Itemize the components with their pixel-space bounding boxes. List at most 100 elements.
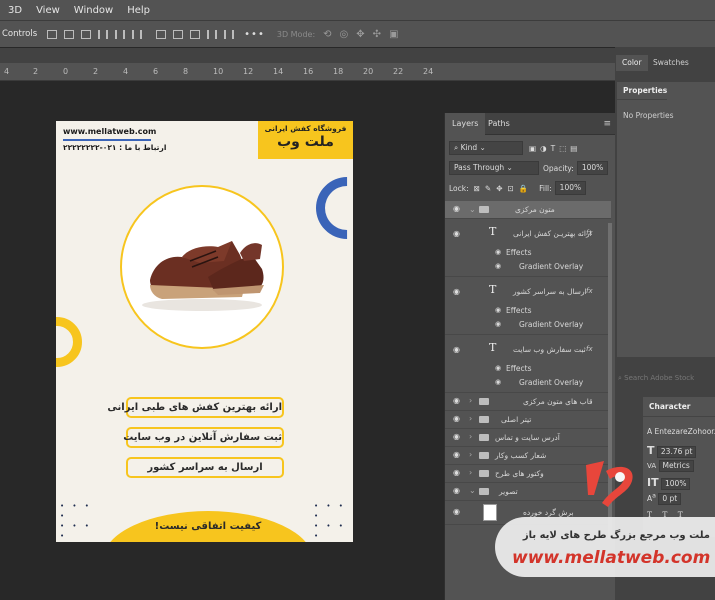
yellow-ring-decoration bbox=[56, 317, 82, 367]
visibility-eye-icon[interactable]: ◉ bbox=[453, 287, 460, 296]
lock-icons[interactable]: ⊠✎✥⊡🔒 bbox=[474, 184, 533, 193]
visibility-eye-icon[interactable]: ◉ bbox=[453, 204, 460, 213]
panel-menu-icon[interactable]: ≡ bbox=[603, 119, 611, 129]
layer-text-3[interactable]: ◉ T ثبت سفارش وب سایت fx ◉ Effects ◉ Gra… bbox=[445, 335, 611, 393]
distribute-left-icon[interactable] bbox=[207, 29, 218, 39]
roll-3d-icon[interactable]: ◎ bbox=[340, 29, 349, 40]
layer-group-address[interactable]: ◉ › آدرس سایت و تماس bbox=[445, 429, 611, 447]
fill-field[interactable]: 100% bbox=[554, 181, 587, 195]
slogan-text: کیفیت اتفاقی نیست! bbox=[154, 521, 262, 532]
chevron-right-icon[interactable]: › bbox=[469, 468, 472, 477]
visibility-eye-icon[interactable]: ◉ bbox=[453, 229, 460, 238]
distribute-hcenter-icon[interactable] bbox=[224, 29, 235, 39]
font-size-icon: T bbox=[647, 444, 655, 457]
folder-icon bbox=[479, 398, 489, 405]
visibility-eye-icon[interactable]: ◉ bbox=[453, 507, 460, 516]
chevron-down-icon[interactable]: ⌄ bbox=[469, 205, 476, 214]
chevron-right-icon[interactable]: › bbox=[469, 450, 472, 459]
fx-icon[interactable]: fx bbox=[586, 287, 593, 295]
more-options-icon[interactable]: ••• bbox=[244, 29, 265, 40]
visibility-eye-icon[interactable]: ◉ bbox=[453, 432, 460, 441]
ruler-tick: 24 bbox=[423, 67, 434, 76]
distribute-vcenter-icon[interactable] bbox=[173, 29, 184, 39]
tab-paths[interactable]: Paths bbox=[481, 113, 517, 135]
chevron-right-icon[interactable]: › bbox=[469, 432, 472, 441]
visibility-eye-icon[interactable]: ◉ bbox=[495, 248, 501, 256]
layer-text-1[interactable]: ◉ T ارائه بهتریـن کفش ایرانی fx ◉ Effect… bbox=[445, 219, 611, 277]
align-bottom-icon[interactable] bbox=[132, 29, 143, 39]
horizontal-ruler: 4 2 0 2 4 6 8 10 12 14 16 18 20 22 24 bbox=[0, 63, 615, 81]
slide-3d-icon[interactable]: ✣ bbox=[373, 29, 381, 40]
filter-icons[interactable]: ▣◑T⬚▤ bbox=[529, 144, 581, 153]
fx-icon[interactable]: fx bbox=[586, 229, 593, 237]
character-title[interactable]: Character bbox=[643, 397, 715, 417]
effects-label: Effects bbox=[506, 248, 532, 257]
adobe-stock-search[interactable]: ⌕ Search Adobe Stock bbox=[618, 374, 715, 388]
visibility-eye-icon[interactable]: ◉ bbox=[453, 486, 460, 495]
vertical-scale-field[interactable]: 100% bbox=[661, 478, 691, 490]
fx-icon[interactable]: fx bbox=[586, 345, 593, 353]
properties-panel: Properties No Properties bbox=[617, 82, 715, 357]
filter-kind-value: Kind bbox=[460, 143, 478, 152]
gradient-overlay-label: Gradient Overlay bbox=[519, 262, 584, 271]
flyer-document[interactable]: www.mellatweb.com ارتباط با ما : ۰۲۱-۲۲۲… bbox=[56, 121, 353, 542]
vertical-scale-icon: IT bbox=[647, 476, 659, 489]
menu-view[interactable]: View bbox=[36, 5, 60, 16]
blend-mode-select[interactable]: Pass Through ⌄ bbox=[449, 161, 539, 175]
scale-3d-icon[interactable]: ▣ bbox=[389, 29, 398, 40]
opacity-field[interactable]: 100% bbox=[576, 161, 609, 175]
baseline-field[interactable]: 0 pt bbox=[658, 492, 682, 505]
distribute-top-icon[interactable] bbox=[156, 29, 167, 39]
distribute-bottom-icon[interactable] bbox=[190, 29, 201, 39]
visibility-eye-icon[interactable]: ◉ bbox=[495, 262, 501, 270]
align-left-icon[interactable] bbox=[47, 29, 58, 39]
visibility-eye-icon[interactable]: ◉ bbox=[495, 378, 501, 386]
visibility-eye-icon[interactable]: ◉ bbox=[453, 414, 460, 423]
orbit-3d-icon[interactable]: ⟲ bbox=[323, 29, 331, 40]
font-size-field[interactable]: 23.76 pt bbox=[656, 446, 697, 458]
tab-color[interactable]: Color bbox=[616, 55, 648, 71]
kerning-field[interactable]: Metrics bbox=[658, 460, 694, 472]
vertical-scale-row: IT 100% bbox=[647, 476, 691, 490]
layer-group-frames[interactable]: ◉ › قاب های متون مرکزی bbox=[445, 393, 611, 411]
stock-placeholder: Search Adobe Stock bbox=[624, 374, 695, 382]
chevron-right-icon[interactable]: › bbox=[469, 414, 472, 423]
properties-title[interactable]: Properties bbox=[617, 82, 667, 100]
folder-icon bbox=[479, 452, 489, 459]
ruler-tick: 22 bbox=[393, 67, 404, 76]
menu-window[interactable]: Window bbox=[74, 5, 113, 16]
menu-3d[interactable]: 3D bbox=[8, 5, 22, 16]
flyer-website: www.mellatweb.com bbox=[63, 127, 157, 136]
layer-name: آدرس سایت و تماس bbox=[495, 433, 560, 442]
visibility-eye-icon[interactable]: ◉ bbox=[453, 468, 460, 477]
layer-group-main-texts[interactable]: ◉ ⌄ متون مرکزی bbox=[445, 201, 611, 219]
visibility-eye-icon[interactable]: ◉ bbox=[453, 345, 460, 354]
align-top-icon[interactable] bbox=[98, 29, 109, 39]
layer-thumbnail bbox=[483, 504, 497, 521]
show-transform-controls-label[interactable]: Controls bbox=[2, 29, 37, 39]
visibility-eye-icon[interactable]: ◉ bbox=[495, 306, 501, 314]
tab-swatches[interactable]: Swatches bbox=[647, 55, 695, 71]
fill-label: Fill: bbox=[539, 183, 552, 193]
align-center-icon[interactable] bbox=[64, 29, 75, 39]
chevron-down-icon[interactable]: ⌄ bbox=[469, 486, 476, 495]
shoe-image bbox=[120, 185, 284, 349]
gradient-overlay-label: Gradient Overlay bbox=[519, 320, 584, 329]
align-middle-icon[interactable] bbox=[115, 29, 126, 39]
filter-kind-select[interactable]: ⌕ Kind ⌄ bbox=[449, 141, 523, 155]
tab-layers[interactable]: Layers bbox=[445, 113, 486, 135]
menu-help[interactable]: Help bbox=[127, 5, 150, 16]
ruler-tick: 14 bbox=[273, 67, 284, 76]
layer-group-main-title[interactable]: ◉ › تیتر اصلی bbox=[445, 411, 611, 429]
document-tab-strip bbox=[0, 48, 615, 63]
visibility-eye-icon[interactable]: ◉ bbox=[453, 450, 460, 459]
ruler-tick: 2 bbox=[93, 67, 99, 76]
chevron-right-icon[interactable]: › bbox=[469, 396, 472, 405]
font-family-field[interactable]: A EntezareZohoor... bbox=[647, 427, 715, 436]
align-right-icon[interactable] bbox=[81, 29, 92, 39]
visibility-eye-icon[interactable]: ◉ bbox=[453, 396, 460, 405]
layer-text-2[interactable]: ◉ T ارسال به سراسر کشور fx ◉ Effects ◉ G… bbox=[445, 277, 611, 335]
visibility-eye-icon[interactable]: ◉ bbox=[495, 320, 501, 328]
pan-3d-icon[interactable]: ✥ bbox=[356, 29, 364, 40]
visibility-eye-icon[interactable]: ◉ bbox=[495, 364, 501, 372]
